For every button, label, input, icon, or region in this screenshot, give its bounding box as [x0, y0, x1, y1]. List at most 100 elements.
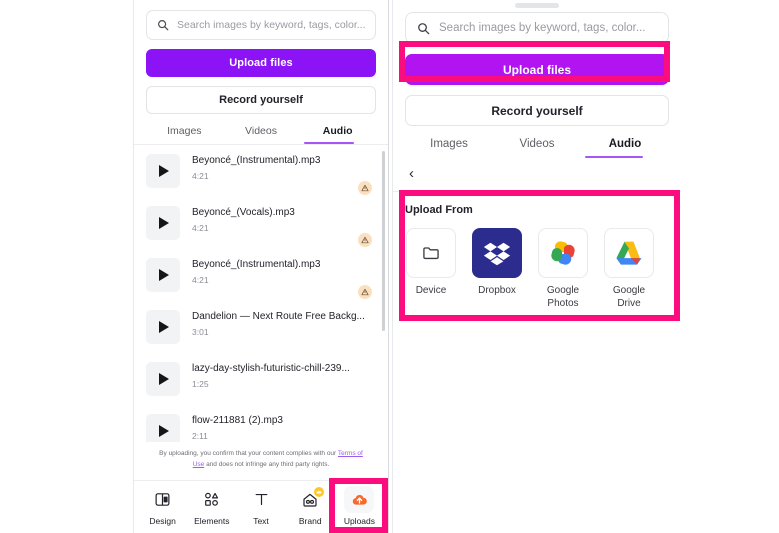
- warning-badge[interactable]: [358, 233, 372, 247]
- audio-duration: 2:11: [192, 431, 208, 441]
- left-panel-header: Search images by keyword, tags, color...…: [134, 0, 388, 144]
- media-type-tabs: Images Videos Audio: [146, 125, 376, 144]
- play-button[interactable]: [146, 154, 180, 188]
- play-icon: [159, 425, 169, 437]
- audio-title: Beyoncé_(Instrumental).mp3: [192, 155, 321, 166]
- nav-label: Design: [149, 515, 176, 526]
- legal-text-part1: By uploading, you confirm that your cont…: [159, 449, 338, 457]
- audio-meta: Beyoncé_(Vocals).mp3 4:21: [192, 206, 295, 233]
- nav-item-brand[interactable]: Brand: [286, 486, 335, 526]
- nav-item-design[interactable]: Design: [138, 489, 187, 526]
- panel-drag-handle[interactable]: [515, 3, 559, 8]
- audio-duration: 4:21: [192, 275, 209, 285]
- audio-duration: 1:25: [192, 379, 209, 389]
- warning-badge[interactable]: [358, 181, 372, 195]
- list-item[interactable]: Beyoncé_(Instrumental).mp3 4:21: [134, 145, 388, 197]
- record-yourself-button[interactable]: Record yourself: [405, 95, 669, 126]
- design-icon: [154, 489, 171, 511]
- nav-item-uploads[interactable]: Uploads: [335, 486, 384, 526]
- upload-source-label: Google Photos: [546, 285, 580, 309]
- upload-source-label: Google Drive: [612, 285, 646, 309]
- left-uploads-panel: Search images by keyword, tags, color...…: [133, 0, 389, 533]
- nav-item-elements[interactable]: Elements: [187, 489, 236, 526]
- legal-disclaimer: By uploading, you confirm that your cont…: [134, 442, 388, 480]
- google-photos-icon: [538, 228, 588, 278]
- upload-from-title: Upload From: [405, 204, 473, 216]
- search-input[interactable]: Search images by keyword, tags, color...: [405, 12, 669, 44]
- play-icon: [159, 165, 169, 177]
- upload-source-dropbox[interactable]: Dropbox: [471, 228, 523, 310]
- record-yourself-button[interactable]: Record yourself: [146, 86, 376, 114]
- list-item[interactable]: Beyoncé_(Instrumental).mp3 4:21: [134, 249, 388, 301]
- play-button[interactable]: [146, 362, 180, 396]
- play-icon: [159, 269, 169, 281]
- elements-icon: [203, 489, 220, 511]
- upload-files-button[interactable]: Upload files: [405, 54, 669, 85]
- tab-audio[interactable]: Audio: [581, 138, 669, 158]
- nav-item-text[interactable]: Text: [236, 489, 285, 526]
- audio-title: Beyoncé_(Vocals).mp3: [192, 207, 295, 218]
- back-button[interactable]: ‹: [405, 158, 669, 191]
- play-button[interactable]: [146, 310, 180, 344]
- play-icon: [159, 321, 169, 333]
- play-button[interactable]: [146, 414, 180, 442]
- screenshot-root: Search images by keyword, tags, color...…: [0, 0, 779, 533]
- search-icon: [157, 19, 169, 31]
- media-type-tabs: Images Videos Audio: [405, 138, 669, 158]
- upload-source-google-photos[interactable]: Google Photos: [537, 228, 589, 310]
- active-tab-underline: [584, 156, 643, 158]
- list-item[interactable]: Beyoncé_(Vocals).mp3 4:21: [134, 197, 388, 249]
- upload-from-section: Upload From Device Dropbox Google Photos…: [393, 192, 681, 310]
- audio-meta: flow-211881 (2).mp3 2:11: [192, 414, 283, 441]
- audio-meta: Beyoncé_(Instrumental).mp3 4:21: [192, 258, 320, 285]
- audio-meta: Beyoncé_(Instrumental).mp3 4:21: [192, 154, 320, 181]
- search-icon: [417, 22, 430, 35]
- bottom-navigation: Design Elements Text Brand Uploads: [134, 480, 388, 533]
- tab-videos[interactable]: Videos: [493, 138, 581, 158]
- audio-title: flow-211881 (2).mp3: [192, 415, 283, 426]
- brand-icon: [301, 486, 325, 511]
- play-button[interactable]: [146, 206, 180, 240]
- nav-label: Text: [253, 515, 269, 526]
- audio-title: Beyoncé_(Instrumental).mp3: [192, 259, 321, 270]
- text-icon: [253, 489, 270, 511]
- search-placeholder: Search images by keyword, tags, color...: [177, 19, 365, 31]
- audio-meta: lazy-day-stylish-futuristic-chill-239...…: [192, 362, 350, 389]
- audio-title: lazy-day-stylish-futuristic-chill-239...: [192, 363, 350, 374]
- audio-duration: 4:21: [192, 223, 209, 233]
- google-drive-icon: [604, 228, 654, 278]
- nav-label: Brand: [298, 515, 322, 526]
- right-panel-header: Search images by keyword, tags, color...…: [393, 0, 681, 191]
- warning-badge[interactable]: [358, 285, 372, 299]
- list-item[interactable]: lazy-day-stylish-futuristic-chill-239...…: [134, 353, 388, 405]
- upload-files-button[interactable]: Upload files: [146, 49, 376, 77]
- search-placeholder: Search images by keyword, tags, color...: [439, 22, 646, 34]
- upload-source-device[interactable]: Device: [405, 228, 457, 310]
- tab-images[interactable]: Images: [405, 138, 493, 158]
- audio-list[interactable]: Beyoncé_(Instrumental).mp3 4:21 Beyoncé_…: [134, 145, 388, 442]
- list-item[interactable]: Dandelion — Next Route Free Backg... 3:0…: [134, 301, 388, 353]
- dropbox-icon: [472, 228, 522, 278]
- active-tab-underline: [303, 142, 355, 144]
- search-input[interactable]: Search images by keyword, tags, color...: [146, 10, 376, 40]
- list-item[interactable]: flow-211881 (2).mp3 2:11: [134, 405, 388, 442]
- tab-videos[interactable]: Videos: [223, 125, 300, 144]
- nav-label: Uploads: [343, 515, 375, 526]
- audio-meta: Dandelion — Next Route Free Backg... 3:0…: [192, 310, 365, 337]
- right-uploads-panel: Search images by keyword, tags, color...…: [392, 0, 681, 533]
- play-icon: [159, 217, 169, 229]
- nav-label: Elements: [194, 515, 230, 526]
- play-icon: [159, 373, 169, 385]
- audio-duration: 4:21: [192, 171, 209, 181]
- upload-source-google-drive[interactable]: Google Drive: [603, 228, 655, 310]
- audio-title: Dandelion — Next Route Free Backg...: [192, 311, 365, 322]
- crown-badge: [314, 486, 325, 497]
- tab-images[interactable]: Images: [146, 125, 223, 144]
- uploads-cloud-icon: [344, 486, 375, 513]
- play-button[interactable]: [146, 258, 180, 292]
- upload-source-label: Dropbox: [478, 285, 516, 296]
- folder-icon: [406, 228, 456, 278]
- legal-text-part2: and does not infringe any third party ri…: [204, 460, 330, 468]
- audio-duration: 3:01: [192, 327, 209, 337]
- upload-source-grid: Device Dropbox Google Photos Google Driv…: [405, 228, 669, 310]
